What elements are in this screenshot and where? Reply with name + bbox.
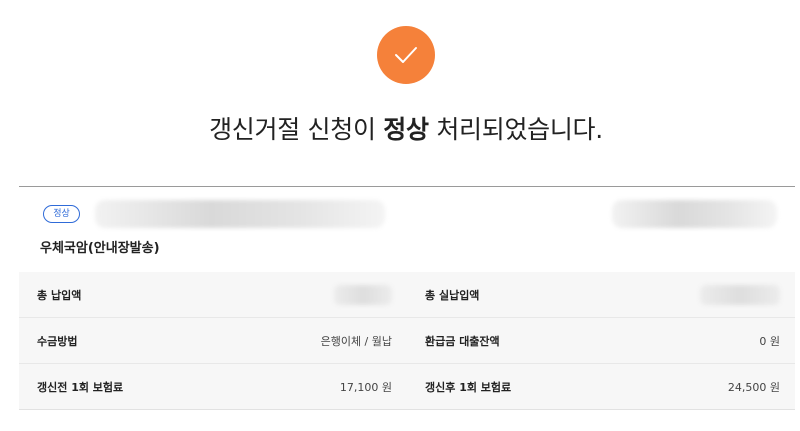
masked-total-paid-value <box>334 284 392 305</box>
status-badge: 정상 <box>43 205 80 223</box>
table-cell: 수금방법 은행이체 / 월납 <box>19 333 407 349</box>
table-row: 총 납입액 총 실납입액 <box>19 272 795 318</box>
loan-balance-value: 0 원 <box>759 334 780 348</box>
masked-actual-paid-value <box>700 284 780 305</box>
table-cell: 갱신전 1회 보험료 17,100 원 <box>19 379 407 395</box>
premium-after-value: 24,500 원 <box>727 380 780 394</box>
headline-status-bold: 정상 <box>383 115 429 144</box>
success-check-icon <box>377 26 435 84</box>
masked-contract-date <box>612 200 777 228</box>
headline-text-post: 처리되었습니다. <box>428 115 603 144</box>
table-cell: 환급금 대출잔액 0 원 <box>407 333 795 349</box>
headline-text-pre: 갱신거절 신청이 <box>209 115 384 144</box>
loan-balance-label: 환급금 대출잔액 <box>425 334 500 348</box>
total-paid-label: 총 납입액 <box>37 288 82 302</box>
premium-before-label: 갱신전 1회 보험료 <box>37 380 124 394</box>
section-divider <box>19 186 795 187</box>
table-cell: 갱신후 1회 보험료 24,500 원 <box>407 379 795 395</box>
payment-method-value: 은행이체 / 월납 <box>320 334 392 348</box>
product-name: 우체국암(안내장발송) <box>40 241 160 256</box>
table-row: 갱신전 1회 보험료 17,100 원 갱신후 1회 보험료 24,500 원 <box>19 364 795 409</box>
premium-before-value: 17,100 원 <box>339 380 392 394</box>
table-row: 수금방법 은행이체 / 월납 환급금 대출잔액 0 원 <box>19 318 795 364</box>
table-cell: 총 실납입액 <box>407 284 795 305</box>
payment-method-label: 수금방법 <box>37 334 78 348</box>
actual-paid-label: 총 실납입액 <box>425 288 480 302</box>
masked-contract-number <box>95 200 385 228</box>
table-cell: 총 납입액 <box>19 284 407 305</box>
check-icon <box>395 47 417 63</box>
contract-details-table: 총 납입액 총 실납입액 수금방법 은행이체 / 월납 환급금 대출잔액 0 원… <box>19 272 795 410</box>
result-headline: 갱신거절 신청이 정상 처리되었습니다. <box>0 110 800 146</box>
premium-after-label: 갱신후 1회 보험료 <box>425 380 512 394</box>
